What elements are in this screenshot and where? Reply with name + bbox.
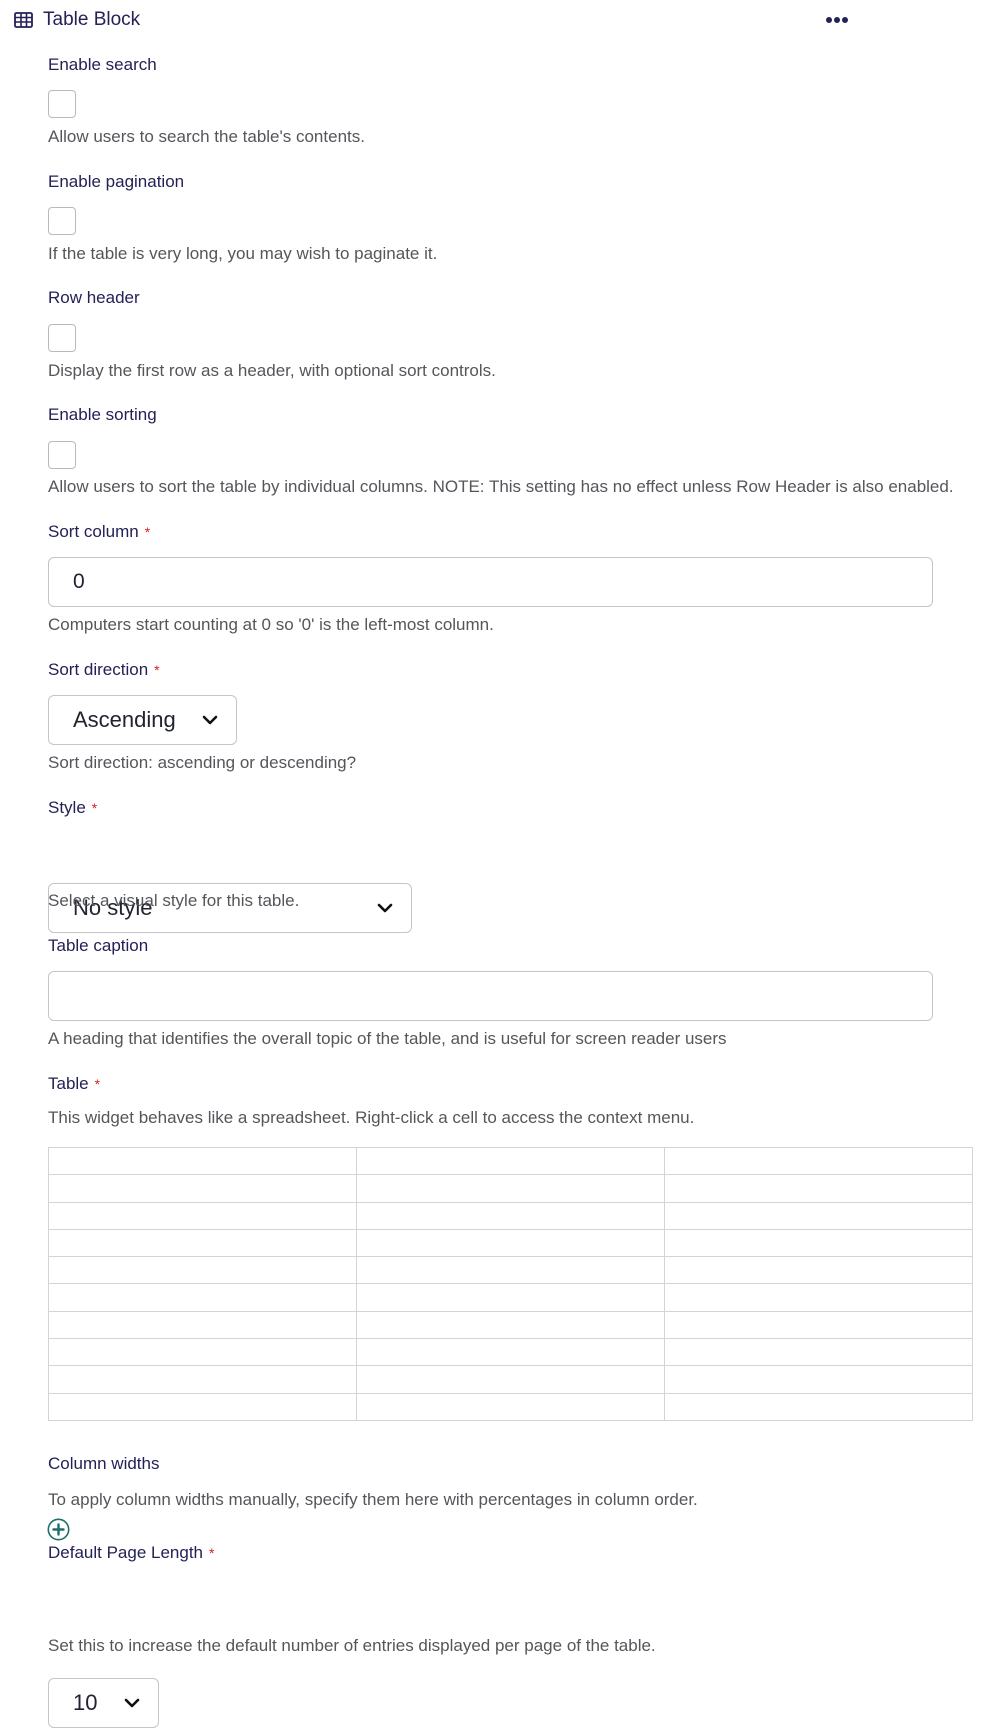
table-cell[interactable] [48,1201,357,1230]
row-header-label: Row header [48,288,140,307]
table-row [48,1174,973,1203]
enable-search-label: Enable search [48,55,157,74]
style-label: Style * [48,797,97,819]
table-row [48,1338,973,1367]
sort-direction-description: Sort direction: ascending or descending? [48,753,357,772]
enable-search-description: Allow users to search the table's conten… [48,127,365,146]
table-cell[interactable] [48,1365,357,1394]
spreadsheet-body [48,1146,973,1421]
column-widths-description: To apply column widths manually, specify… [48,1490,698,1509]
table-row [48,1256,973,1285]
table-cell[interactable] [664,1201,973,1230]
block-title: Table Block [43,9,141,30]
table-row [48,1228,973,1258]
table-label: Table * [48,1073,100,1095]
table-row [48,1201,973,1230]
table-cell[interactable] [664,1146,973,1176]
enable-pagination-description: If the table is very long, you may wish … [48,244,438,263]
table-cell[interactable] [664,1283,973,1312]
table-cell[interactable] [356,1201,665,1230]
enable-sorting-checkbox[interactable] [48,441,76,469]
required-mark: * [209,1545,215,1561]
table-cell[interactable] [48,1174,357,1203]
table-cell[interactable] [664,1365,973,1394]
table-cell[interactable] [356,1338,665,1367]
required-mark: * [91,800,98,816]
sort-column-label: Sort column * [48,521,150,543]
add-circle-icon[interactable] [47,1518,70,1541]
table-cell[interactable] [356,1228,665,1258]
enable-sorting-description: Allow users to sort the table by individ… [48,477,954,496]
table-label-text: Table [48,1074,89,1093]
style-label-text: Style [48,798,86,817]
table-cell[interactable] [48,1146,357,1176]
table-row [48,1365,973,1394]
table-cell[interactable] [664,1228,973,1258]
table-cell[interactable] [664,1174,973,1203]
sort-column-input[interactable]: 0 [48,557,933,607]
table-icon [14,12,33,28]
table-cell[interactable] [356,1174,665,1203]
table-cell[interactable] [356,1256,665,1285]
table-cell[interactable] [664,1392,973,1421]
table-cell[interactable] [356,1283,665,1312]
required-mark: * [94,1076,101,1092]
table-row [48,1310,973,1340]
more-horizontal-icon [826,17,832,23]
table-row [48,1283,973,1312]
enable-sorting-label: Enable sorting [48,405,157,424]
chevron-down-icon [377,903,393,913]
table-cell[interactable] [664,1338,973,1367]
enable-search-field: Enable search [48,54,157,76]
table-cell[interactable] [48,1228,357,1258]
table-row [48,1146,973,1176]
default-page-length-value: 10 [73,1690,98,1715]
chevron-down-icon [202,715,218,725]
sort-direction-select[interactable]: Ascending [48,695,237,745]
sort-column-label-text: Sort column [48,522,139,541]
chevron-down-icon [124,1698,140,1708]
enable-pagination-checkbox[interactable] [48,207,76,235]
table-cell[interactable] [48,1338,357,1367]
more-dot [842,17,848,23]
enable-search-checkbox[interactable] [48,90,76,118]
default-page-length-select[interactable]: 10 [48,1678,159,1728]
more-dot [834,17,840,23]
table-row [48,1392,973,1421]
table-cell[interactable] [48,1283,357,1312]
table-cell[interactable] [48,1392,357,1421]
row-header-description: Display the first row as a header, with … [48,361,496,380]
style-description: Select a visual style for this table. [48,891,300,910]
enable-pagination-label: Enable pagination [48,172,185,191]
default-page-length-label-text: Default Page Length [48,1543,204,1562]
required-mark: * [154,662,160,678]
sort-direction-label-text: Sort direction [48,660,149,679]
spreadsheet-table [48,1146,973,1421]
default-page-length-label: Default Page Length * [48,1542,214,1564]
sort-direction-label: Sort direction * [48,659,160,681]
table-caption-label: Table caption [48,936,149,955]
more-options-button[interactable] [822,12,852,28]
block-header: Table Block [0,0,990,42]
table-description: This widget behaves like a spreadsheet. … [48,1108,695,1127]
required-mark: * [144,524,151,540]
default-page-length-description: Set this to increase the default number … [48,1636,656,1655]
sort-column-description: Computers start counting at 0 so '0' is … [48,615,494,634]
table-cell[interactable] [356,1146,665,1176]
table-cell[interactable] [664,1256,973,1285]
column-widths-label: Column widths [48,1454,160,1473]
table-cell[interactable] [48,1310,357,1340]
row-header-checkbox[interactable] [48,324,76,352]
table-cell[interactable] [356,1365,665,1394]
table-caption-description: A heading that identifies the overall to… [48,1029,727,1048]
table-cell[interactable] [664,1310,973,1340]
table-cell[interactable] [356,1310,665,1340]
table-cell[interactable] [356,1392,665,1421]
table-cell[interactable] [48,1256,357,1285]
table-caption-input[interactable] [48,971,933,1021]
sort-direction-value: Ascending [73,707,176,732]
